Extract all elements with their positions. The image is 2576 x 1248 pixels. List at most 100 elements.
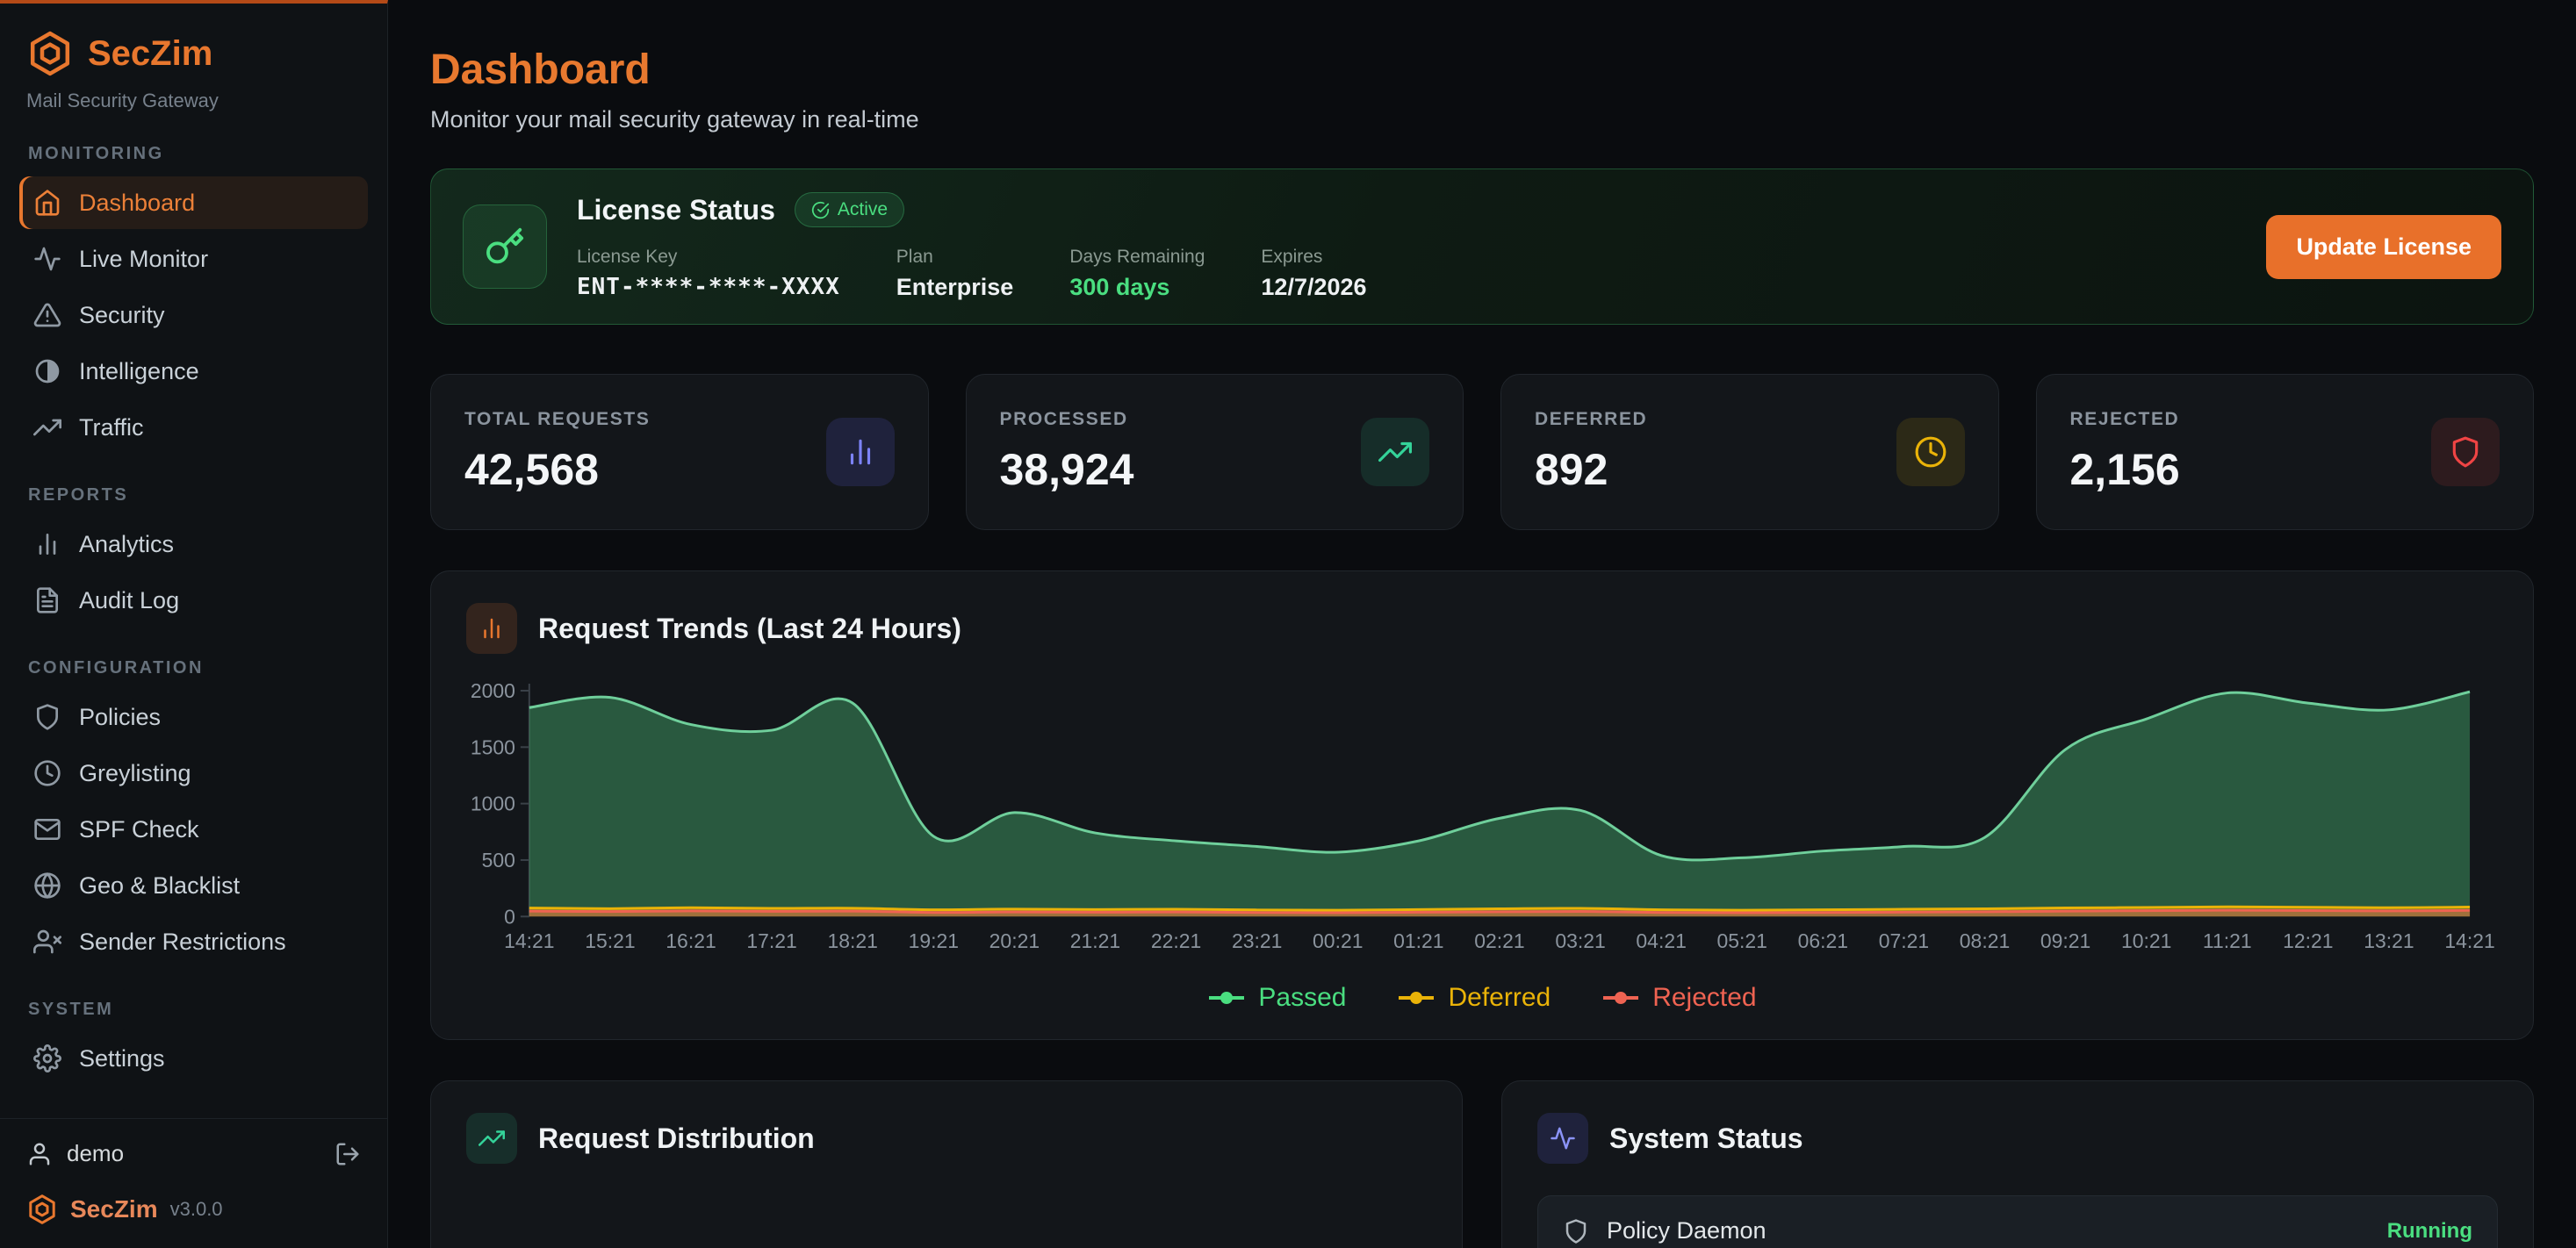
alert-triangle-icon [33, 301, 61, 329]
field-value: 300 days [1069, 274, 1205, 301]
trends-title: Request Trends (Last 24 Hours) [538, 613, 961, 645]
svg-text:10:21: 10:21 [2121, 929, 2171, 952]
svg-text:04:21: 04:21 [1636, 929, 1686, 952]
sidebar-item-sender-restrictions[interactable]: Sender Restrictions [19, 915, 368, 968]
legend-marker-icon [1207, 991, 1246, 1005]
nav-section-monitoring: MONITORING [28, 144, 359, 164]
trending-up-icon [1378, 435, 1412, 469]
seczim-footer-logo-icon [26, 1194, 58, 1225]
sidebar-item-label: Audit Log [79, 587, 179, 614]
sidebar-item-security[interactable]: Security [19, 289, 368, 341]
clock-icon-box [1896, 418, 1965, 486]
svg-text:13:21: 13:21 [2364, 929, 2414, 952]
sidebar-item-label: Security [79, 302, 165, 329]
sidebar-item-live-monitor[interactable]: Live Monitor [19, 233, 368, 285]
bar-chart-icon [844, 435, 877, 469]
logout-icon[interactable] [335, 1141, 361, 1167]
license-field-days-remaining: Days Remaining 300 days [1069, 247, 1205, 301]
clock-icon [33, 759, 61, 787]
footer-brand-row: SecZim v3.0.0 [26, 1194, 361, 1225]
legend-marker-icon [1397, 991, 1436, 1005]
sidebar-item-label: SPF Check [79, 816, 199, 843]
sidebar-item-audit-log[interactable]: Audit Log [19, 574, 368, 627]
svg-text:03:21: 03:21 [1555, 929, 1605, 952]
services-list: Policy Daemon Running [1537, 1195, 2498, 1248]
legend-label: Deferred [1448, 983, 1551, 1013]
stat-value: 2,156 [2070, 444, 2180, 495]
stat-label: PROCESSED [1000, 409, 1134, 430]
activity-icon [1550, 1125, 1576, 1151]
sidebar-item-dashboard[interactable]: Dashboard [19, 176, 368, 229]
legend-item-deferred[interactable]: Deferred [1397, 983, 1551, 1013]
sidebar-item-analytics[interactable]: Analytics [19, 518, 368, 570]
page-title: Dashboard [430, 46, 2534, 94]
chart-legend: Passed Deferred Rejected [466, 983, 2498, 1013]
sidebar-item-spf-check[interactable]: SPF Check [19, 803, 368, 856]
brand-name: SecZim [88, 34, 212, 74]
svg-text:1500: 1500 [471, 735, 515, 758]
field-label: Days Remaining [1069, 247, 1205, 268]
svg-text:12:21: 12:21 [2283, 929, 2333, 952]
request-distribution-card: Request Distribution [430, 1080, 1463, 1248]
sidebar-item-policies[interactable]: Policies [19, 691, 368, 743]
sidebar-item-geo-blacklist[interactable]: Geo & Blacklist [19, 859, 368, 912]
footer-brand-name: SecZim [70, 1195, 158, 1223]
svg-text:1000: 1000 [471, 793, 515, 815]
sidebar-item-label: Intelligence [79, 358, 199, 385]
stat-label: TOTAL REQUESTS [464, 409, 650, 430]
system-status-card: System Status Policy Daemon Running [1501, 1080, 2534, 1248]
home-icon [33, 189, 61, 217]
page-subtitle: Monitor your mail security gateway in re… [430, 106, 2534, 133]
sidebar-item-label: Live Monitor [79, 246, 208, 273]
license-card: License Status Active License Key ENT-**… [430, 169, 2534, 325]
sidebar-item-greylisting[interactable]: Greylisting [19, 747, 368, 800]
stats-row: TOTAL REQUESTS 42,568 PROCESSED 38,924 D… [430, 374, 2534, 530]
svg-text:18:21: 18:21 [828, 929, 878, 952]
trends-chart: 0 500 1000 1500 200014:2115:2116:2117:21… [466, 680, 2498, 969]
sidebar-item-label: Settings [79, 1045, 165, 1072]
update-license-button[interactable]: Update License [2266, 215, 2501, 279]
user-x-icon [33, 928, 61, 956]
license-status-badge: Active [795, 192, 904, 227]
username: demo [67, 1140, 124, 1167]
sidebar-item-intelligence[interactable]: Intelligence [19, 345, 368, 398]
stat-label: REJECTED [2070, 409, 2180, 430]
field-label: License Key [577, 247, 840, 268]
service-name: Policy Daemon [1607, 1217, 1767, 1244]
shield-icon-box [2431, 418, 2500, 486]
trending-up-icon [33, 413, 61, 441]
svg-text:500: 500 [482, 849, 515, 871]
nav-section-reports: REPORTS [28, 485, 359, 506]
sidebar-item-label: Traffic [79, 414, 144, 441]
sidebar-item-label: Greylisting [79, 760, 191, 787]
trending-up-icon [479, 1125, 505, 1151]
area-chart: 0 500 1000 1500 200014:2115:2116:2117:21… [466, 680, 2498, 969]
sidebar-item-settings[interactable]: Settings [19, 1032, 368, 1085]
globe-icon [33, 871, 61, 900]
stat-value: 38,924 [1000, 444, 1134, 495]
svg-text:17:21: 17:21 [746, 929, 796, 952]
sidebar-item-traffic[interactable]: Traffic [19, 401, 368, 454]
bar-chart-icon [33, 530, 61, 558]
svg-text:07:21: 07:21 [1879, 929, 1929, 952]
main-content: Dashboard Monitor your mail security gat… [388, 0, 2576, 1248]
trends-card-header: Request Trends (Last 24 Hours) [466, 603, 2498, 654]
field-value: ENT-****-****-XXXX [577, 274, 840, 300]
half-circle-icon [33, 357, 61, 385]
sidebar-item-label: Geo & Blacklist [79, 872, 240, 900]
license-title: License Status [577, 194, 775, 226]
check-circle-icon [811, 201, 830, 219]
field-value: 12/7/2026 [1261, 274, 1366, 301]
legend-item-rejected[interactable]: Rejected [1601, 983, 1756, 1013]
legend-item-passed[interactable]: Passed [1207, 983, 1346, 1013]
svg-text:22:21: 22:21 [1151, 929, 1201, 952]
activity-icon-box [1537, 1113, 1588, 1164]
svg-text:0: 0 [504, 905, 515, 928]
seczim-logo-icon [26, 30, 74, 77]
svg-text:16:21: 16:21 [666, 929, 716, 952]
badge-label: Active [838, 199, 888, 220]
nav-section-system: SYSTEM [28, 1000, 359, 1020]
sidebar-item-label: Sender Restrictions [79, 929, 286, 956]
svg-text:05:21: 05:21 [1717, 929, 1767, 952]
mail-icon [33, 815, 61, 843]
